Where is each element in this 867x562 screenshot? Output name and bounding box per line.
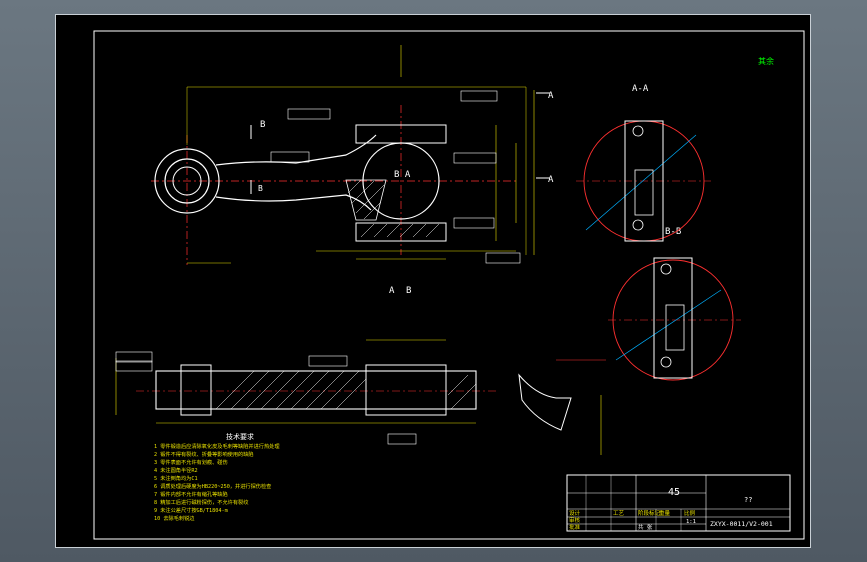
- label-section-aa: A-A: [632, 84, 649, 94]
- section-mark-a-mid: A: [548, 175, 554, 185]
- material: 45: [668, 487, 680, 498]
- note-8: 8 精加工后进行磁粉探伤，不允许有裂纹: [154, 498, 249, 506]
- note-1: 1 零件锻造后应清除氧化皮及毛刺等缺陷并进行热处理: [154, 442, 280, 450]
- cad-viewport[interactable]: A A B B B A A B A-A B-B 其余 技术要求 1 零件锻造后应…: [0, 0, 867, 562]
- note-6: 6 调质处理后硬度为HB220~250，并进行探伤检查: [154, 482, 271, 490]
- title-stage: 阶段标记: [638, 509, 661, 517]
- section-aa-view: [576, 120, 711, 242]
- top-view: [151, 45, 550, 265]
- label-a-bottom: A: [389, 286, 395, 296]
- title-scale: 1:1: [686, 519, 696, 525]
- side-view: [115, 339, 606, 455]
- title-design: 设计: [569, 509, 581, 517]
- technical-notes: 技术要求 1 零件锻造后应清除氧化皮及毛刺等缺陷并进行热处理 2 锻件不得有裂纹…: [154, 432, 280, 522]
- title-ratio: 比例: [684, 509, 696, 517]
- title-process: 工艺: [613, 510, 625, 517]
- note-5: 5 未注倒角均为C1: [154, 474, 198, 482]
- section-mark-b-side: B: [260, 120, 265, 130]
- section-mark-b-left: B: [258, 184, 263, 193]
- title-weight: 重量: [659, 509, 671, 517]
- section-bb-view: [608, 257, 741, 381]
- title-sheet: 共 张: [638, 523, 653, 531]
- drawing-sheet[interactable]: A A B B B A A B A-A B-B 其余 技术要求 1 零件锻造后应…: [55, 14, 811, 548]
- note-9: 9 未注公差尺寸按GB/T1804-m: [154, 506, 228, 514]
- cad-drawing[interactable]: A A B B B A A B A-A B-B 其余 技术要求 1 零件锻造后应…: [56, 15, 812, 549]
- note-4: 4 未注圆角半径R2: [154, 466, 198, 474]
- note-2: 2 锻件不得有裂纹、折叠等影响使用的缺陷: [154, 450, 254, 458]
- title-approve: 批准: [569, 523, 581, 531]
- label-section-bb: B-B: [665, 227, 681, 237]
- title-check: 审核: [569, 516, 581, 524]
- drawing-number: ZXYX-0011/V2-001: [710, 520, 773, 528]
- label-b-bottom: B: [406, 286, 411, 296]
- section-mark-a-top: A: [548, 91, 554, 101]
- notes-title: 技术要求: [226, 432, 254, 441]
- note-7: 7 锻件内部不允许有缩孔等缺陷: [154, 490, 228, 498]
- note-3: 3 零件表面不允许有划痕、碰伤: [154, 458, 228, 466]
- title-top-right: ??: [744, 496, 752, 504]
- label-ba: B A: [394, 170, 411, 180]
- note-10: 10 去除毛刺锐边: [154, 514, 195, 522]
- roughness-note: 其余: [758, 56, 774, 66]
